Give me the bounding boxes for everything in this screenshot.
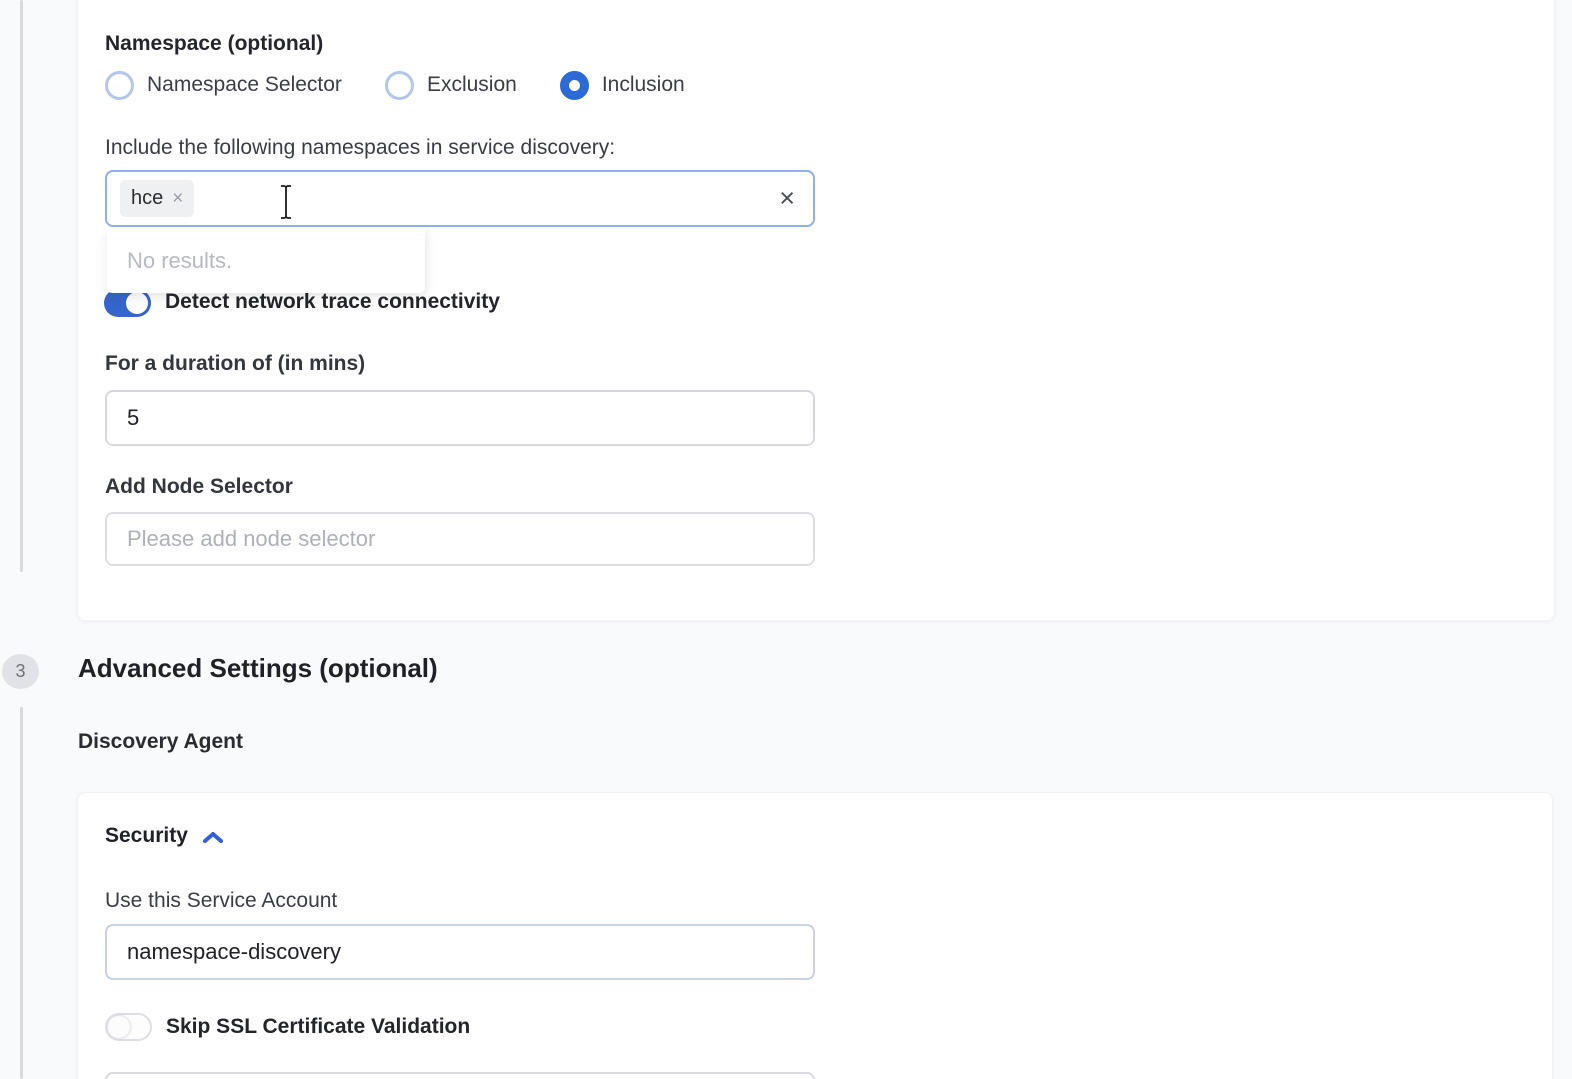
step-3-badge: 3 <box>2 654 39 689</box>
chip-remove-icon[interactable]: × <box>172 188 183 210</box>
security-title: Security <box>105 824 188 848</box>
radio-label-exclusion[interactable]: Exclusion <box>427 73 517 97</box>
namespace-chip: hce × <box>120 180 194 217</box>
service-account-input[interactable] <box>105 924 815 980</box>
toggle-knob <box>107 1015 131 1039</box>
cutoff-bottom-input[interactable] <box>105 1072 815 1079</box>
chevron-up-icon[interactable] <box>202 830 224 845</box>
step-connector-line <box>20 0 23 572</box>
radio-inclusion[interactable] <box>560 71 589 100</box>
namespace-chip-label: hce <box>131 187 163 210</box>
detect-network-trace-toggle[interactable] <box>104 289 151 317</box>
discovery-settings-page: 3 Namespace (optional) Namespace Selecto… <box>0 0 1572 1079</box>
node-selector-label: Add Node Selector <box>105 475 293 499</box>
service-account-label: Use this Service Account <box>105 889 337 913</box>
namespace-tag-input[interactable]: hce × × <box>105 170 815 227</box>
include-namespaces-label: Include the following namespaces in serv… <box>105 136 615 160</box>
skip-ssl-toggle[interactable] <box>105 1013 152 1041</box>
radio-exclusion[interactable] <box>385 71 414 100</box>
text-cursor-icon <box>278 184 294 220</box>
detect-network-trace-label: Detect network trace connectivity <box>165 290 500 314</box>
node-selector-input[interactable] <box>105 512 815 566</box>
clear-input-icon[interactable]: × <box>779 185 795 212</box>
toggle-knob <box>126 292 148 314</box>
security-section-header[interactable]: Security <box>105 824 224 848</box>
namespace-suggestions-dropdown[interactable]: No results. <box>107 229 425 293</box>
step-connector-line <box>20 707 23 1079</box>
advanced-settings-title: Advanced Settings (optional) <box>78 653 438 684</box>
radio-namespace-selector[interactable] <box>105 71 134 100</box>
radio-label-inclusion[interactable]: Inclusion <box>602 73 685 97</box>
radio-label-namespace-selector[interactable]: Namespace Selector <box>147 73 342 97</box>
duration-input[interactable] <box>105 390 815 446</box>
duration-label: For a duration of (in mins) <box>105 352 365 376</box>
namespace-heading: Namespace (optional) <box>105 32 323 56</box>
no-results-text: No results. <box>127 248 232 274</box>
skip-ssl-label: Skip SSL Certificate Validation <box>166 1015 470 1039</box>
namespace-radio-group: Namespace Selector Exclusion Inclusion <box>105 68 685 102</box>
discovery-agent-subtitle: Discovery Agent <box>78 730 243 754</box>
